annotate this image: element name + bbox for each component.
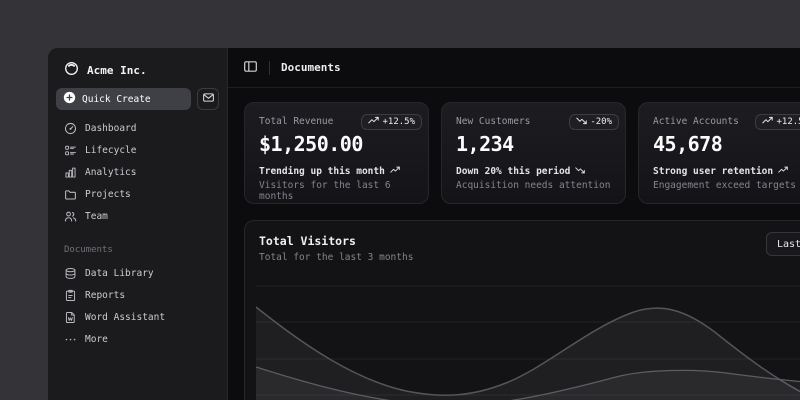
chart-subtitle: Total for the last 3 months	[259, 252, 800, 263]
list-details-icon	[64, 144, 77, 157]
sidebar-item-label: Dashboard	[85, 123, 136, 134]
sidebar-item-label: Lifecycle	[85, 145, 136, 156]
stat-card-total-revenue: Total Revenue +12.5% $1,250.00 Trending …	[244, 102, 429, 204]
trend-badge: +12.5%	[755, 114, 800, 130]
sidebar-item-more[interactable]: More	[56, 329, 219, 350]
page-title: Documents	[281, 61, 341, 74]
footer-sub-text: Engagement exceed targets	[653, 180, 800, 191]
sidebar-item-label: Data Library	[85, 268, 154, 279]
main-area: Documents Total Revenue +12.5% $1,250.00	[228, 48, 800, 400]
trending-down-icon	[576, 116, 587, 128]
badge-value: +12.5%	[382, 117, 415, 127]
database-icon	[64, 267, 77, 280]
dots-icon	[64, 333, 77, 346]
dashboard-gauge-icon	[64, 122, 77, 135]
sidebar-item-word-assistant[interactable]: Word Assistant	[56, 307, 219, 328]
inner-shadow-circle-logo-icon	[64, 61, 79, 80]
app-window: Acme Inc. Quick Create	[48, 48, 800, 400]
quick-create-label: Quick Create	[82, 94, 151, 105]
documents-nav: Data Library Reports Wor	[56, 263, 219, 350]
top-header: Documents	[228, 48, 800, 88]
badge-value: +12.5%	[776, 117, 800, 127]
card-value: 1,234	[456, 132, 611, 156]
org-switcher[interactable]: Acme Inc.	[56, 58, 219, 82]
trending-up-icon	[762, 116, 773, 128]
content-area: Total Revenue +12.5% $1,250.00 Trending …	[228, 88, 800, 400]
time-range-button[interactable]: Last 3 months	[766, 232, 800, 256]
trending-up-icon	[368, 116, 379, 128]
footer-main-text: Strong user retention	[653, 166, 773, 177]
total-visitors-chart-card: Total Visitors Total for the last 3 mont…	[244, 220, 800, 400]
users-icon	[64, 210, 77, 223]
sidebar-item-label: Analytics	[85, 167, 136, 178]
trending-up-icon	[778, 166, 788, 177]
trending-down-icon	[575, 166, 585, 177]
sidebar-item-label: Reports	[85, 290, 125, 301]
primary-nav: Dashboard Lifecycle Analytics	[56, 118, 219, 227]
folder-icon	[64, 188, 77, 201]
sidebar-toggle-button[interactable]	[243, 59, 258, 77]
panel-left-icon	[243, 59, 258, 77]
sidebar-item-dashboard[interactable]: Dashboard	[56, 118, 219, 139]
sidebar-item-label: Projects	[85, 189, 131, 200]
documents-section-label: Documents	[56, 245, 219, 257]
card-footer: Trending up this month Visitors for the …	[259, 166, 414, 202]
inbox-button[interactable]	[197, 88, 219, 110]
quick-create-button[interactable]: Quick Create	[56, 88, 191, 110]
area-chart-svg	[256, 285, 800, 400]
circle-plus-filled-icon	[63, 91, 76, 107]
sidebar-item-lifecycle[interactable]: Lifecycle	[56, 140, 219, 161]
sidebar-item-data-library[interactable]: Data Library	[56, 263, 219, 284]
trend-badge: +12.5%	[361, 114, 422, 130]
card-footer: Strong user retention Engagement exceed …	[653, 166, 800, 191]
sidebar-item-team[interactable]: Team	[56, 206, 219, 227]
stat-cards-row: Total Revenue +12.5% $1,250.00 Trending …	[244, 102, 800, 204]
card-value: $1,250.00	[259, 132, 414, 156]
sidebar-item-analytics[interactable]: Analytics	[56, 162, 219, 183]
sidebar-item-reports[interactable]: Reports	[56, 285, 219, 306]
trending-up-icon	[390, 166, 400, 177]
trend-badge: -20%	[569, 114, 619, 130]
sidebar-item-label: More	[85, 334, 108, 345]
sidebar-item-label: Word Assistant	[85, 312, 165, 323]
visitors-area-chart	[256, 285, 800, 400]
file-word-icon	[64, 311, 77, 324]
mail-icon	[202, 91, 215, 107]
report-icon	[64, 289, 77, 302]
footer-main-text: Down 20% this period	[456, 166, 570, 177]
sidebar-item-label: Team	[85, 211, 108, 222]
sidebar: Acme Inc. Quick Create	[48, 48, 228, 400]
card-footer: Down 20% this period Acquisition needs a…	[456, 166, 611, 191]
stat-card-new-customers: New Customers -20% 1,234 Down 20% this p…	[441, 102, 626, 204]
footer-sub-text: Acquisition needs attention	[456, 180, 611, 191]
footer-sub-text: Visitors for the last 6 months	[259, 180, 414, 202]
sidebar-item-projects[interactable]: Projects	[56, 184, 219, 205]
chart-bar-icon	[64, 166, 77, 179]
footer-main-text: Trending up this month	[259, 166, 385, 177]
header-divider	[269, 61, 270, 75]
card-value: 45,678	[653, 132, 800, 156]
badge-value: -20%	[590, 117, 612, 127]
org-name: Acme Inc.	[87, 64, 147, 77]
stat-card-active-accounts: Active Accounts +12.5% 45,678 Strong use…	[638, 102, 800, 204]
chart-title: Total Visitors	[259, 234, 800, 248]
